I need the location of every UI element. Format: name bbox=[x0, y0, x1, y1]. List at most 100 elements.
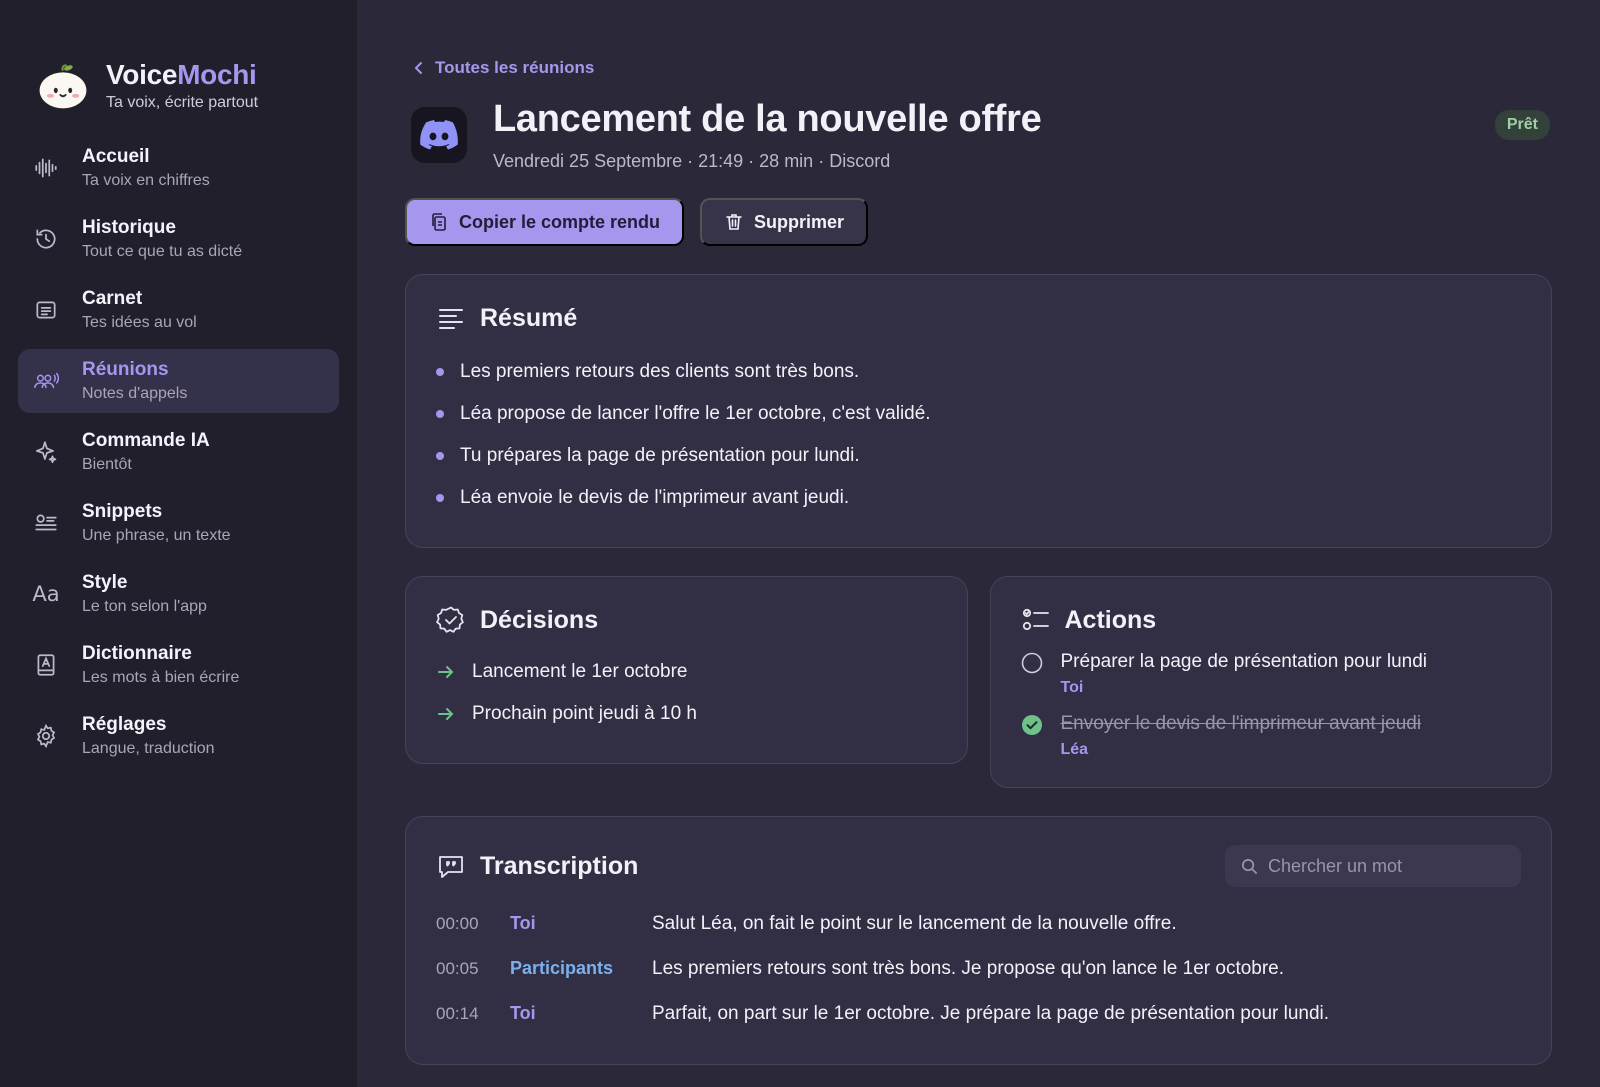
action-text: Envoyer le devis de l'imprimeur avant je… bbox=[1060, 713, 1422, 734]
sidebar-item-title: Style bbox=[82, 572, 128, 593]
brand-text: VoiceMochi Ta voix, écrite partout bbox=[106, 59, 258, 112]
text-style-icon: Aa bbox=[32, 582, 60, 606]
decisions-title: Décisions bbox=[436, 605, 937, 635]
meeting-detail: Toutes les réunions Lancement de la nouv… bbox=[357, 0, 1600, 1087]
sidebar-item-title: Commande IA bbox=[82, 430, 210, 451]
decisions-card: Décisions Lancement le 1er octobre Proch… bbox=[405, 576, 968, 764]
sidebar-item-historique[interactable]: Historique Tout ce que tu as dicté bbox=[18, 207, 339, 271]
action-item: Envoyer le devis de l'imprimeur avant je… bbox=[1021, 713, 1522, 759]
sidebar-item-subtitle: Tes idées au vol bbox=[82, 314, 197, 331]
sidebar-item-title: Accueil bbox=[82, 146, 150, 167]
transcript-list: 00:00 Toi Salut Léa, on fait le point su… bbox=[436, 901, 1521, 1036]
sidebar-item-subtitle: Bientôt bbox=[82, 456, 132, 473]
back-link[interactable]: Toutes les réunions bbox=[411, 58, 1552, 78]
summary-item: Les premiers retours des clients sont tr… bbox=[436, 351, 1521, 393]
delete-button[interactable]: Supprimer bbox=[700, 198, 869, 246]
decision-item: Lancement le 1er octobre bbox=[436, 651, 937, 693]
sidebar-item-carnet[interactable]: Carnet Tes idées au vol bbox=[18, 278, 339, 342]
transcript-text: Parfait, on part sur le 1er octobre. Je … bbox=[652, 1002, 1330, 1024]
action-buttons: Copier le compte rendu Supprimer bbox=[405, 198, 1552, 246]
sidebar-item-commande-ia[interactable]: Commande IA Bientôt bbox=[18, 420, 339, 484]
action-owner: Toi bbox=[1060, 679, 1084, 696]
actions-card: Actions Préparer la page de présentation… bbox=[989, 576, 1552, 788]
copy-report-label: Copier le compte rendu bbox=[459, 211, 661, 232]
decisions-actions-row: Décisions Lancement le 1er octobre Proch… bbox=[405, 576, 1552, 788]
sidebar-nav: Accueil Ta voix en chiffres Historique Tou… bbox=[18, 136, 339, 768]
transcript-row[interactable]: 00:00 Toi Salut Léa, on fait le point su… bbox=[436, 901, 1521, 946]
action-item: Préparer la page de présentation pour lu… bbox=[1021, 651, 1522, 697]
transcript-row[interactable]: 00:05 Participants Les premiers retours … bbox=[436, 946, 1521, 991]
checkbox-checked-icon[interactable] bbox=[1021, 714, 1043, 736]
page-title: Lancement de la nouvelle offre bbox=[493, 98, 1042, 140]
summary-title: Résumé bbox=[436, 303, 1521, 333]
sidebar-item-subtitle: Langue, traduction bbox=[82, 740, 215, 757]
delete-label: Supprimer bbox=[754, 211, 845, 232]
summary-list: Les premiers retours des clients sont tr… bbox=[436, 351, 1521, 519]
sidebar-item-subtitle: Tout ce que tu as dicté bbox=[82, 243, 243, 260]
copy-report-button[interactable]: Copier le compte rendu bbox=[405, 198, 685, 246]
quote-bubble-icon bbox=[439, 856, 463, 878]
trash-icon bbox=[726, 214, 742, 230]
sidebar-item-reglages[interactable]: Réglages Langue, traduction bbox=[18, 704, 339, 768]
decision-text: Lancement le 1er octobre bbox=[472, 661, 688, 682]
sidebar-item-dictionnaire[interactable]: Dictionnaire Les mots à bien écrire bbox=[18, 633, 339, 697]
transcript-row[interactable]: 00:14 Toi Parfait, on part sur le 1er oc… bbox=[436, 991, 1521, 1036]
sidebar-item-subtitle: Le ton selon l'app bbox=[82, 598, 207, 615]
sidebar-item-title: Réunions bbox=[82, 359, 169, 380]
discord-logo-icon bbox=[411, 107, 467, 163]
snippets-icon bbox=[30, 507, 62, 539]
decisions-title-label: Décisions bbox=[480, 605, 599, 634]
sidebar-item-reunions[interactable]: Réunions Notes d'appels bbox=[18, 349, 339, 413]
summary-item: Léa envoie le devis de l'imprimeur avant… bbox=[436, 477, 1521, 519]
transcript-time: 00:00 bbox=[436, 913, 479, 933]
history-icon bbox=[30, 223, 62, 255]
text-lines-icon bbox=[439, 309, 463, 329]
search-icon bbox=[1242, 858, 1257, 874]
decision-text: Prochain point jeudi à 10 h bbox=[472, 703, 697, 724]
summary-card: Résumé Les premiers retours des clients … bbox=[405, 274, 1552, 548]
actions-title: Actions bbox=[1021, 605, 1522, 635]
sidebar-item-title: Réglages bbox=[82, 714, 167, 735]
transcript-title-label: Transcription bbox=[480, 851, 639, 880]
transcript-text: Salut Léa, on fait le point sur le lance… bbox=[652, 912, 1177, 934]
meeting-icon bbox=[30, 365, 62, 397]
sidebar-item-title: Historique bbox=[82, 217, 176, 238]
transcript-time: 00:05 bbox=[436, 958, 479, 978]
sidebar-item-subtitle: Les mots à bien écrire bbox=[82, 669, 240, 686]
sidebar-item-title: Dictionnaire bbox=[82, 643, 192, 664]
sidebar-item-accueil[interactable]: Accueil Ta voix en chiffres bbox=[18, 136, 339, 200]
transcript-text: Les premiers retours sont très bons. Je … bbox=[652, 957, 1285, 979]
transcript-time: 00:14 bbox=[436, 1003, 479, 1023]
decisions-list: Lancement le 1er octobre Prochain point … bbox=[436, 651, 937, 735]
sidebar-item-title: Carnet bbox=[82, 288, 143, 309]
transcript-search bbox=[1225, 845, 1521, 887]
transcript-header: Transcription bbox=[436, 845, 1521, 887]
arrow-right-icon bbox=[438, 708, 454, 720]
gear-icon bbox=[30, 720, 62, 752]
meeting-header: Lancement de la nouvelle offre Vendredi … bbox=[405, 98, 1552, 172]
brand-tagline: Ta voix, écrite partout bbox=[106, 93, 259, 111]
summary-item: Léa propose de lancer l'offre le 1er oct… bbox=[436, 393, 1521, 435]
dictionary-icon bbox=[30, 649, 62, 681]
summary-title-label: Résumé bbox=[480, 303, 578, 332]
transcript-card: Transcription 00:00 Toi Salut Léa, on fa… bbox=[405, 816, 1552, 1065]
sidebar-item-subtitle: Ta voix en chiffres bbox=[82, 172, 210, 189]
sidebar-item-style[interactable]: Aa Style Le ton selon l'app bbox=[18, 562, 339, 626]
sidebar: VoiceMochi Ta voix, écrite partout Accue… bbox=[0, 0, 357, 1087]
brand: VoiceMochi Ta voix, écrite partout bbox=[18, 58, 339, 112]
search-input[interactable] bbox=[1268, 855, 1508, 877]
sidebar-item-title: Snippets bbox=[82, 501, 163, 522]
summary-item: Tu prépares la page de présentation pour… bbox=[436, 435, 1521, 477]
checkbox-unchecked-icon[interactable] bbox=[1021, 652, 1043, 674]
verified-badge-icon bbox=[436, 606, 464, 633]
meeting-meta: Vendredi 25 Septembre · 21:49 · 28 min ·… bbox=[493, 151, 891, 171]
chevron-left-icon bbox=[414, 62, 422, 74]
sidebar-item-subtitle: Une phrase, un texte bbox=[82, 527, 231, 544]
waveform-icon bbox=[30, 152, 62, 184]
sidebar-item-snippets[interactable]: Snippets Une phrase, un texte bbox=[18, 491, 339, 555]
sidebar-item-subtitle: Notes d'appels bbox=[82, 385, 188, 402]
status-badge: Prêt bbox=[1494, 110, 1550, 140]
transcript-speaker: Participants bbox=[510, 958, 614, 978]
actions-title-label: Actions bbox=[1064, 605, 1157, 634]
action-owner: Léa bbox=[1060, 741, 1089, 758]
